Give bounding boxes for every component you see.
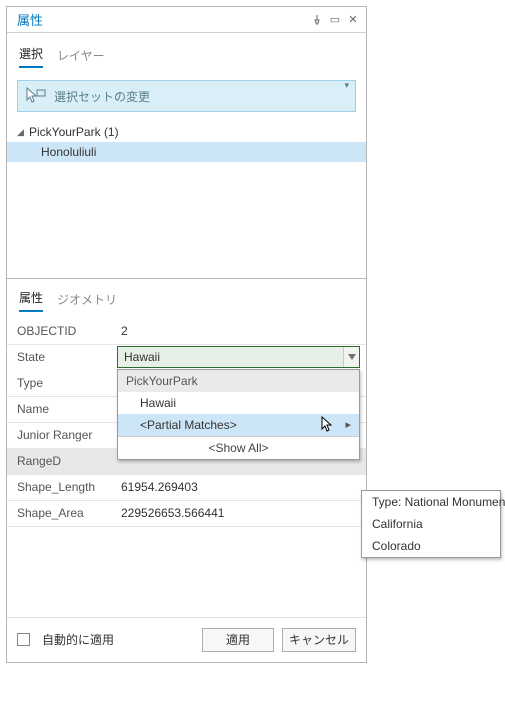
select-cursor-icon [26, 87, 46, 105]
field-label: Shape_Length [7, 474, 117, 500]
attribute-table: OBJECTID 2 State PickYourPark Hawaii [7, 318, 366, 527]
footer: 自動的に適用 適用 キャンセル [7, 617, 366, 662]
lower-tabs: 属性 ジオメトリ [7, 279, 366, 318]
submenu-arrow-icon: ▸ [345, 418, 351, 431]
tree-root-count: (1) [104, 125, 119, 139]
table-row: Shape_Area 229526653.566441 [7, 500, 366, 526]
field-label: Junior Ranger [7, 422, 117, 448]
submenu-item[interactable]: Type: National Monument [362, 491, 500, 513]
tab-selection[interactable]: 選択 [19, 45, 43, 68]
tab-layer[interactable]: レイヤー [57, 47, 105, 68]
field-value: 229526653.566441 [117, 500, 366, 526]
submenu-item[interactable]: Colorado [362, 535, 500, 557]
dropdown-item[interactable]: Hawaii [118, 392, 359, 414]
dropdown-item-label: <Partial Matches> [140, 418, 237, 432]
dropdown-item-partial[interactable]: <Partial Matches> ▸ [118, 414, 359, 436]
table-row: State PickYourPark Hawaii <Partial Match… [7, 344, 366, 370]
dropdown-showall[interactable]: <Show All> [118, 437, 359, 459]
cancel-button[interactable]: キャンセル [282, 628, 356, 652]
tab-geometry[interactable]: ジオメトリ [57, 291, 117, 312]
field-label: Name [7, 396, 117, 422]
table-row: Shape_Length 61954.269403 [7, 474, 366, 500]
chevron-down-icon: ▾ [344, 80, 349, 91]
tree-root-label: PickYourPark [29, 125, 101, 139]
tree-child-label: Honoluliuli [41, 145, 96, 159]
field-label: State [7, 344, 117, 370]
pane-title: 属性 [17, 10, 308, 29]
field-value: 61954.269403 [117, 474, 366, 500]
field-label: Shape_Area [7, 500, 117, 526]
close-icon[interactable]: ✕ [344, 11, 362, 29]
lower-section: 属性 ジオメトリ OBJECTID 2 State PickYourPar [7, 278, 366, 662]
partial-match-submenu: Type: National Monument California Color… [361, 490, 501, 558]
state-combo: PickYourPark Hawaii <Partial Matches> ▸ … [117, 346, 360, 368]
change-selection-button[interactable]: 選択セットの変更 ▾ [17, 80, 356, 112]
state-input[interactable] [117, 346, 360, 368]
pin-icon[interactable] [308, 15, 326, 25]
field-label: RangeD [7, 448, 117, 474]
attributes-pane: 属性 ▭ ✕ 選択 レイヤー 選択セットの変更 ▾ ◢ PickYourPark… [6, 6, 367, 663]
field-value: 2 [117, 318, 366, 344]
tree-child-row[interactable]: Honoluliuli [7, 142, 366, 162]
top-tabs: 選択 レイヤー [7, 33, 366, 74]
dropdown-group: PickYourPark [118, 370, 359, 392]
change-selection-label: 選択セットの変更 [54, 88, 150, 105]
submenu-item[interactable]: California [362, 513, 500, 535]
maximize-icon[interactable]: ▭ [326, 11, 344, 29]
tree-root-row[interactable]: ◢ PickYourPark (1) [7, 122, 366, 142]
field-label: Type [7, 370, 117, 396]
table-row: OBJECTID 2 [7, 318, 366, 344]
tab-attributes[interactable]: 属性 [19, 289, 43, 312]
state-dropdown: PickYourPark Hawaii <Partial Matches> ▸ … [117, 369, 360, 460]
dropdown-icon[interactable] [343, 347, 359, 367]
field-label: OBJECTID [7, 318, 117, 344]
titlebar: 属性 ▭ ✕ [7, 7, 366, 33]
auto-apply-label: 自動的に適用 [42, 631, 114, 648]
collapse-icon[interactable]: ◢ [17, 127, 29, 138]
feature-tree: ◢ PickYourPark (1) Honoluliuli [7, 122, 366, 278]
cursor-icon [321, 416, 335, 432]
auto-apply-checkbox[interactable] [17, 633, 30, 646]
apply-button[interactable]: 適用 [202, 628, 274, 652]
